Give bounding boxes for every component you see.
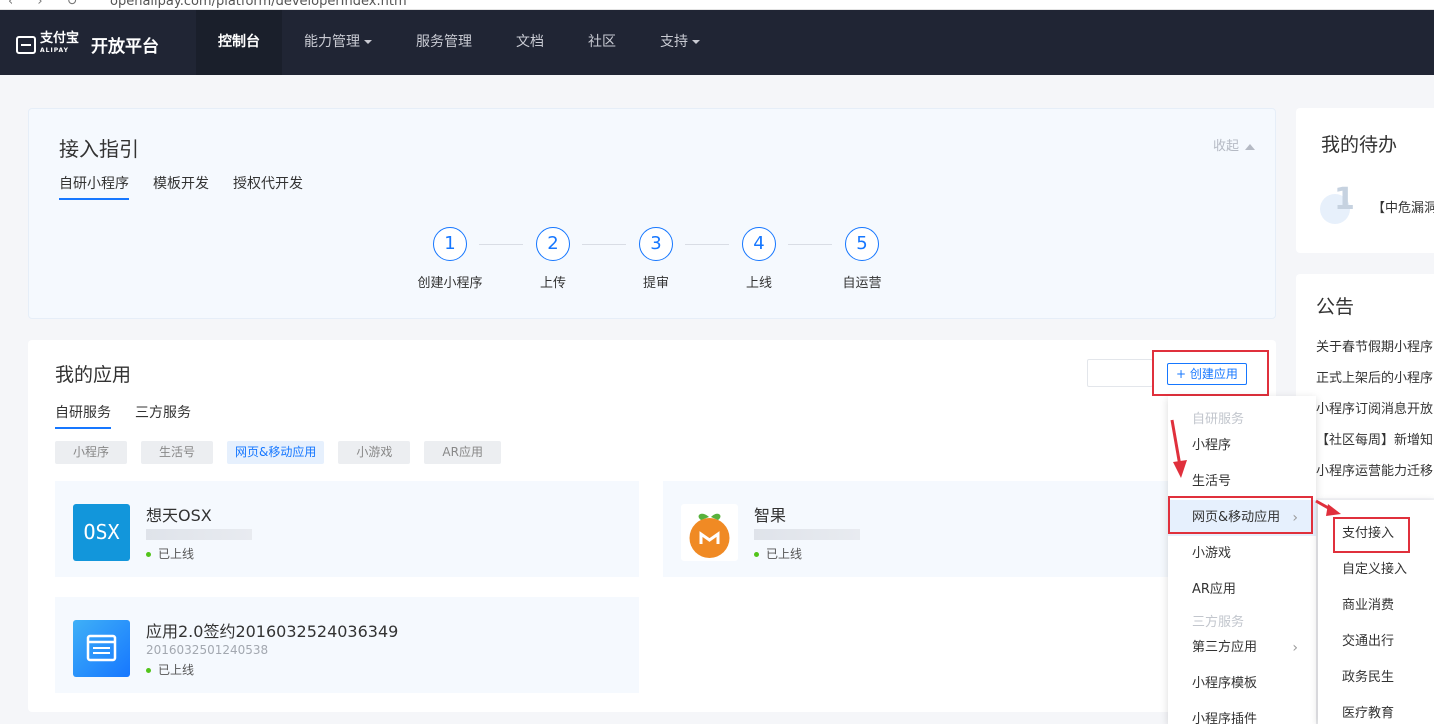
app-id-masked <box>146 529 252 540</box>
notice-item[interactable]: 【社区每周】新增知 <box>1316 429 1433 460</box>
notice-item[interactable]: 关于春节假期小程序 <box>1316 336 1433 367</box>
online-dot-icon <box>754 552 759 557</box>
menu-group-third: 三方服务 <box>1192 615 1245 630</box>
todo-title: 我的待办 <box>1321 134 1398 156</box>
online-dot-icon <box>146 668 151 673</box>
chevron-down-icon <box>364 40 372 44</box>
step-upload[interactable]: 2 上传 <box>503 227 603 291</box>
menu-item-plugin[interactable]: 小程序插件 <box>1168 702 1316 724</box>
alipay-icon <box>16 35 36 54</box>
logo-text: 支付宝 <box>40 30 80 46</box>
list-icon <box>1120 360 1152 386</box>
tab-authorized-dev[interactable]: 授权代开发 <box>233 173 303 200</box>
filter-ar[interactable]: AR应用 <box>424 441 501 464</box>
tab-template-dev[interactable]: 模板开发 <box>153 173 209 200</box>
grid-icon <box>1088 360 1120 386</box>
filter-web-mobile[interactable]: 网页&移动应用 <box>227 441 325 464</box>
notice-item[interactable]: 小程序订阅消息开放 <box>1316 398 1433 429</box>
chevron-up-icon <box>1245 143 1255 150</box>
menu-item-template[interactable]: 小程序模板 <box>1168 666 1316 702</box>
notice-title: 公告 <box>1316 296 1355 318</box>
menu-item-lifeacc[interactable]: 生活号 <box>1168 464 1316 500</box>
my-apps-card: 我的应用 + 创建应用 自研服务 三方服务 小程序 生活号 网页&移动应用 小游… <box>28 340 1276 712</box>
todo-card: 我的待办 1 【中危漏洞 <box>1296 108 1434 253</box>
menu-group-self: 自研服务 <box>1192 412 1245 427</box>
menu-item-miniapp[interactable]: 小程序 <box>1168 428 1316 464</box>
highlight-box <box>1333 517 1410 553</box>
app-name: 想天OSX <box>146 506 212 525</box>
highlight-box <box>1152 350 1269 396</box>
notice-list: 关于春节假期小程序 正式上架后的小程序 小程序订阅消息开放 【社区每周】新增知 … <box>1316 336 1433 491</box>
app-name: 应用2.0签约2016032524036349 <box>146 622 399 641</box>
notice-item[interactable]: 小程序运营能力迁移 <box>1316 460 1433 491</box>
submenu-gov[interactable]: 政务民生 <box>1318 660 1434 696</box>
osx-app-icon: OSX <box>73 504 130 561</box>
todo-item[interactable]: 【中危漏洞 <box>1372 197 1434 216</box>
filter-miniapp[interactable]: 小程序 <box>55 441 128 464</box>
menu-item-third-party[interactable]: 第三方应用 › <box>1168 630 1316 666</box>
step-review[interactable]: 3 提审 <box>606 227 706 291</box>
platform-title: 开放平台 <box>91 37 160 57</box>
guide-steps: 1 创建小程序 2 上传 3 提审 4 上线 5 自运营 <box>407 227 887 291</box>
todo-count-badge: 1 <box>1320 182 1356 226</box>
app-type-filters: 小程序 生活号 网页&移动应用 小游戏 AR应用 <box>55 441 515 464</box>
menu-item-minigame[interactable]: 小游戏 <box>1168 536 1316 572</box>
nav-docs[interactable]: 文档 <box>494 10 566 75</box>
chevron-down-icon <box>692 40 700 44</box>
red-arrow-icon <box>1315 499 1341 516</box>
submenu-custom-access[interactable]: 自定义接入 <box>1318 552 1434 588</box>
orange-app-icon <box>681 504 738 561</box>
red-arrow-icon <box>1170 419 1187 478</box>
logo-sub: ALIPAY <box>40 46 69 54</box>
step-online[interactable]: 4 上线 <box>709 227 809 291</box>
alipay-logo[interactable]: 支付宝 ALIPAY 开放平台 <box>16 32 159 57</box>
app-id-masked <box>754 529 860 540</box>
nav-support[interactable]: 支持 <box>638 10 722 75</box>
menu-item-ar[interactable]: AR应用 <box>1168 572 1316 608</box>
nav-service-mgmt[interactable]: 服务管理 <box>394 10 494 75</box>
app-card[interactable]: OSX 想天OSX 已上线 <box>55 481 639 577</box>
apps-tabs: 自研服务 三方服务 <box>55 402 215 429</box>
highlight-box <box>1168 496 1313 534</box>
app-id: 2016032501240538 <box>146 643 269 657</box>
chevron-right-icon: › <box>1292 640 1298 656</box>
submenu-medical[interactable]: 医疗教育 <box>1318 696 1434 724</box>
list-view-button[interactable] <box>1120 360 1152 386</box>
step-create[interactable]: 1 创建小程序 <box>400 227 500 291</box>
online-dot-icon <box>146 552 151 557</box>
nav-community[interactable]: 社区 <box>566 10 638 75</box>
nav-console[interactable]: 控制台 <box>196 10 282 75</box>
guide-tabs: 自研小程序 模板开发 授权代开发 <box>59 173 327 200</box>
apps-title: 我的应用 <box>55 364 132 386</box>
app-status: 已上线 <box>754 545 802 562</box>
browser-nav-icons[interactable]: ‹ › ↻ <box>8 0 88 9</box>
app-status: 已上线 <box>146 661 194 678</box>
notice-item[interactable]: 正式上架后的小程序 <box>1316 367 1433 398</box>
app-name: 智果 <box>754 506 787 525</box>
create-app-dropdown: 自研服务 小程序 生活号 网页&移动应用 › 小游戏 AR应用 三方服务 第三方应… <box>1168 396 1316 724</box>
file-app-icon <box>73 620 130 677</box>
grid-view-button[interactable] <box>1088 360 1120 386</box>
nav-capability[interactable]: 能力管理 <box>282 10 394 75</box>
top-nav: 控制台 能力管理 服务管理 文档 社区 支持 <box>196 10 722 75</box>
collapse-button[interactable]: 收起 <box>1213 135 1255 154</box>
app-status: 已上线 <box>146 545 194 562</box>
notice-card: 公告 关于春节假期小程序 正式上架后的小程序 小程序订阅消息开放 【社区每周】新… <box>1296 274 1434 498</box>
access-guide-card: 接入指引 收起 自研小程序 模板开发 授权代开发 1 创建小程序 2 上传 3 提审 … <box>28 108 1276 319</box>
submenu-commerce[interactable]: 商业消费 <box>1318 588 1434 624</box>
top-header: 支付宝 ALIPAY 开放平台 控制台 能力管理 服务管理 文档 社区 支持 <box>0 10 1434 75</box>
browser-address-bar: ‹ › ↻ openalipay.com/platform/developerI… <box>0 0 1434 10</box>
guide-title: 接入指引 <box>59 137 139 161</box>
tab-self-service[interactable]: 自研服务 <box>55 402 111 429</box>
app-card[interactable]: 智果 已上线 <box>663 481 1183 577</box>
step-operate[interactable]: 5 自运营 <box>812 227 912 291</box>
tab-self-miniapp[interactable]: 自研小程序 <box>59 173 129 200</box>
submenu-transport[interactable]: 交通出行 <box>1318 624 1434 660</box>
app-card[interactable]: 应用2.0签约2016032524036349 2016032501240538… <box>55 597 639 693</box>
view-toggle <box>1087 359 1153 387</box>
filter-minigame[interactable]: 小游戏 <box>338 441 411 464</box>
address-url[interactable]: openalipay.com/platform/developerIndex.h… <box>110 0 407 9</box>
tab-third-party[interactable]: 三方服务 <box>135 402 191 429</box>
filter-lifeacc[interactable]: 生活号 <box>141 441 214 464</box>
